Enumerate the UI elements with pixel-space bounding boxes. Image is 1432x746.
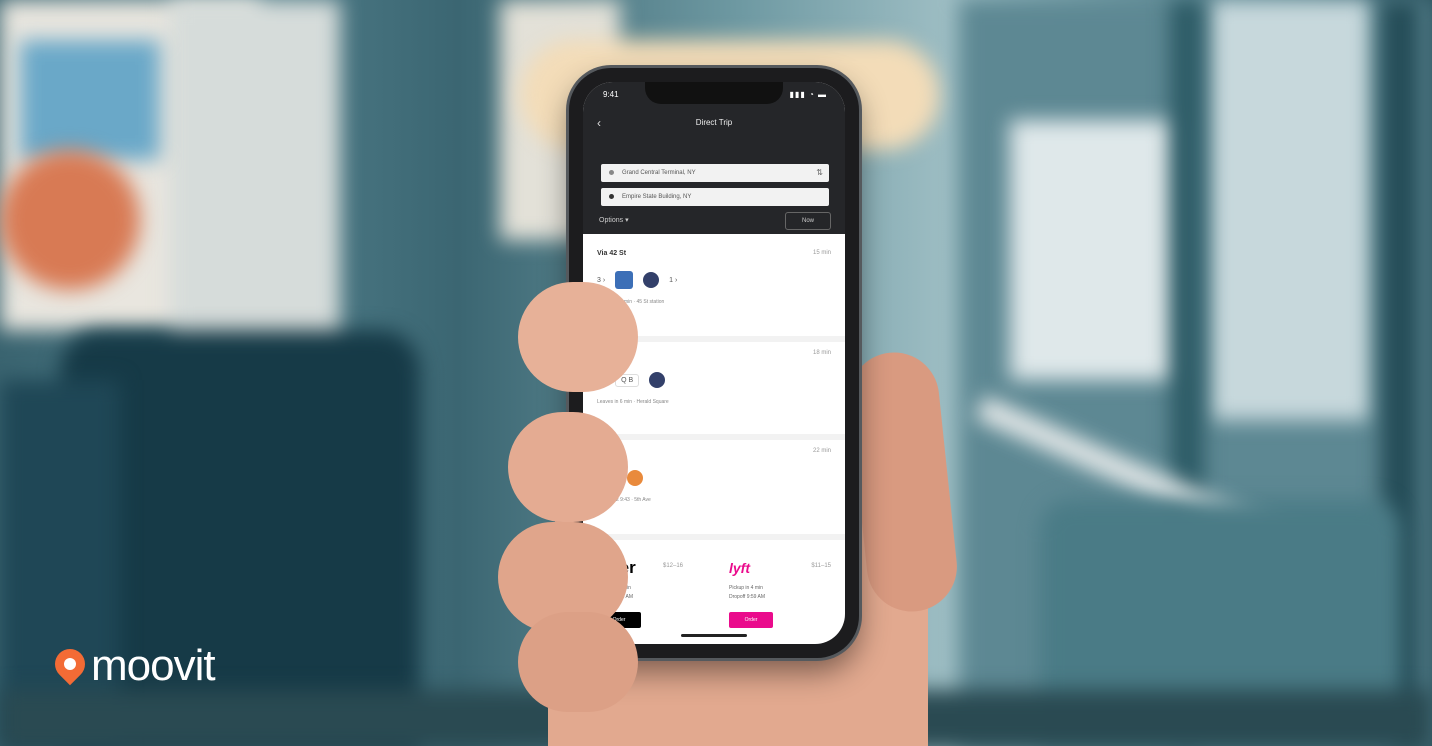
bus-interior-photo: 9:41 ▮▮▮ ◔ ▬ ‹ Direct Trip Grand Central… [0, 0, 1432, 746]
route-option-2[interactable]: Via 34 St 18 min 3 › Q B Leaves in 6 min… [597, 350, 831, 405]
time-selector[interactable]: Now [785, 212, 831, 230]
walk-chip: 3 › [597, 376, 606, 384]
origin-field[interactable]: Grand Central Terminal, NY ⇅ [601, 164, 829, 182]
poster [0, 150, 140, 290]
uber-price: $12–16 [663, 563, 684, 569]
status-icons: ▮▮▮ ◔ ▬ [789, 90, 827, 99]
route-duration: 18 min [812, 350, 831, 356]
lyft-price: $11–15 [811, 563, 831, 569]
uber-dropoff: Dropoff 9:58 AM [597, 594, 634, 600]
phone-notch [645, 82, 783, 104]
home-indicator [681, 634, 747, 637]
destination-field[interactable]: Empire State Building, NY [601, 188, 829, 206]
divider [583, 534, 845, 540]
route-title: Via 34 St [597, 350, 627, 357]
route-title: Via 42 St [597, 250, 627, 257]
poster [20, 40, 160, 160]
origin-dot-icon [609, 169, 614, 175]
bus-window [170, 0, 340, 360]
swap-icon[interactable]: ⇅ [816, 164, 823, 182]
route-duration: 15 min [812, 250, 831, 256]
divider [583, 434, 845, 440]
route-option-1[interactable]: Via 42 St 15 min 3 › 1 › Leaves in 4 min… [597, 250, 831, 305]
app-header: 9:41 ▮▮▮ ◔ ▬ ‹ Direct Trip Grand Central… [583, 82, 845, 234]
moovit-logo: moovit [48, 636, 216, 696]
smartphone: 9:41 ▮▮▮ ◔ ▬ ‹ Direct Trip Grand Central… [569, 68, 859, 658]
route-description: Leaves in 4 min · 45 St station [597, 299, 665, 305]
uber-pickup: Pickup in 3 min [597, 585, 631, 591]
bus-window [1210, 0, 1370, 420]
destination-text: Empire State Building, NY [622, 194, 692, 200]
bus-icon [615, 271, 634, 289]
ride-hailing-options: Uber $12–16 lyft $11–15 Pickup in 3 min … [597, 558, 831, 638]
bike-icon [627, 470, 644, 486]
route-description: Leaves at 9:43 · 5th Ave [597, 497, 651, 503]
line-chip: Q B [615, 373, 640, 387]
lyft-logo: lyft [729, 560, 750, 576]
status-time: 9:41 [603, 90, 619, 99]
logo-wordmark: moovit [91, 641, 216, 690]
route-option-3[interactable]: Walk 22 min 5 › Leaves at 9:43 · 5th Ave [597, 448, 831, 503]
lyft-pickup: Pickup in 4 min [729, 585, 763, 591]
origin-text: Grand Central Terminal, NY [622, 170, 696, 176]
uber-order-button[interactable]: Order [597, 612, 641, 628]
lyft-dropoff: Dropoff 9:59 AM [729, 594, 766, 600]
options-dropdown[interactable]: Options ▾ [599, 216, 629, 224]
uber-info: Pickup in 3 min Dropoff 9:58 AM [597, 584, 633, 602]
walk-chip: 3 › [597, 276, 606, 284]
lyft-order-button[interactable]: Order [729, 612, 773, 628]
lyft-info: Pickup in 4 min Dropoff 9:59 AM [729, 584, 765, 602]
subway-line-icon [649, 372, 666, 388]
walk-chip: 1 › [669, 276, 678, 284]
screen-title: Direct Trip [695, 118, 733, 127]
route-title: Walk [597, 448, 614, 455]
route-duration: 22 min [812, 448, 831, 454]
divider [583, 336, 845, 342]
destination-dot-icon [609, 193, 614, 199]
location-pin-icon [48, 642, 92, 686]
route-description: Leaves in 6 min · Herald Square [597, 399, 669, 405]
phone-screen: 9:41 ▮▮▮ ◔ ▬ ‹ Direct Trip Grand Central… [583, 82, 845, 644]
bus-window [1010, 120, 1180, 380]
subway-line-icon [643, 272, 660, 288]
walk-chip: 5 › [597, 471, 618, 485]
uber-logo: Uber [597, 558, 636, 577]
